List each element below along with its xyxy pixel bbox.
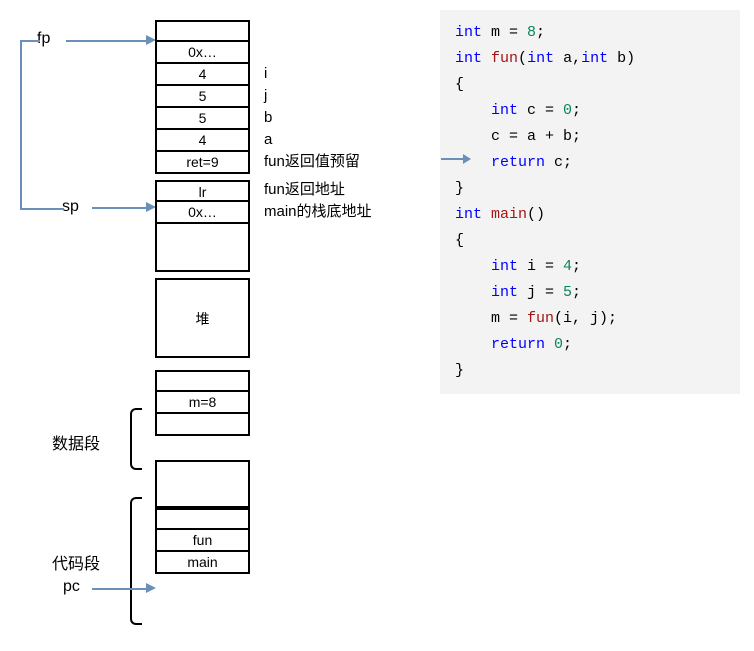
- stack-cell-i: 4: [155, 64, 250, 86]
- stack-cell-sp: 0x…: [155, 202, 250, 224]
- memory-diagram: fp sp 数据段 代码段 pc 0x… 4 5 5 4 ret=9 lr 0x…: [10, 10, 430, 640]
- anno-column: i j b a fun返回值预留 fun返回地址 main的栈底地址: [258, 20, 418, 224]
- code-l5: c = a + b;: [455, 124, 735, 150]
- data-cell-empty2: [155, 414, 250, 436]
- anno-sp: main的栈底地址: [258, 202, 418, 224]
- anno-b: b: [258, 108, 418, 130]
- return-arrow: [441, 158, 463, 160]
- anno-ret: fun返回值预留: [258, 152, 418, 174]
- stack-cell-a: 4: [155, 130, 250, 152]
- stack-cell-j: 5: [155, 86, 250, 108]
- pc-arrow-head: [146, 583, 156, 593]
- anno-j: j: [258, 86, 418, 108]
- code-l10: int i = 4;: [455, 254, 735, 280]
- pc-label: pc: [63, 578, 80, 596]
- fp-arrow: [66, 40, 146, 42]
- code-l3: {: [455, 72, 735, 98]
- code-l4: int c = 0;: [455, 98, 735, 124]
- code-block: int m = 8; int fun(int a,int b) { int c …: [440, 10, 740, 394]
- fp-label: fp: [37, 30, 50, 48]
- data-seg-label: 数据段: [52, 430, 100, 454]
- stack-cell-gap1: [155, 224, 250, 272]
- code-l7: }: [455, 176, 735, 202]
- fp-sp-link-v: [20, 40, 22, 210]
- anno-a: a: [258, 130, 418, 152]
- code-l9: {: [455, 228, 735, 254]
- pc-arrow: [92, 588, 147, 590]
- code-l2: int fun(int a,int b): [455, 46, 735, 72]
- stack-cell-0: 0x…: [155, 42, 250, 64]
- anno-lr: fun返回地址: [258, 180, 418, 202]
- code-seg-brace: [130, 497, 142, 625]
- code-cell-main: main: [155, 552, 250, 574]
- code-l13: return 0;: [455, 332, 735, 358]
- code-l11: int j = 5;: [455, 280, 735, 306]
- sp-arrow: [92, 207, 147, 209]
- stack-cell-top: [155, 20, 250, 42]
- heap-cell: 堆: [155, 278, 250, 358]
- data-cell-empty1: [155, 370, 250, 392]
- stack-column: 0x… 4 5 5 4 ret=9 lr 0x… 堆 m=8 fun main: [155, 20, 250, 574]
- fp-sp-link-t: [20, 40, 40, 42]
- sp-label: sp: [62, 198, 79, 216]
- code-cell-gap: [155, 460, 250, 508]
- anno-i: i: [258, 64, 418, 86]
- code-l6: return c;: [455, 150, 735, 176]
- stack-cell-lr: lr: [155, 180, 250, 202]
- stack-cell-b: 5: [155, 108, 250, 130]
- code-l12: m = fun(i, j);: [455, 306, 735, 332]
- data-seg-brace: [130, 408, 142, 470]
- stack-cell-ret: ret=9: [155, 152, 250, 174]
- code-l14: }: [455, 358, 735, 384]
- code-seg-label: 代码段: [52, 550, 100, 574]
- data-cell-m: m=8: [155, 392, 250, 414]
- code-l1: int m = 8;: [455, 20, 735, 46]
- code-cell-empty: [155, 508, 250, 530]
- code-cell-fun: fun: [155, 530, 250, 552]
- code-l8: int main(): [455, 202, 735, 228]
- fp-sp-link-b: [20, 208, 64, 210]
